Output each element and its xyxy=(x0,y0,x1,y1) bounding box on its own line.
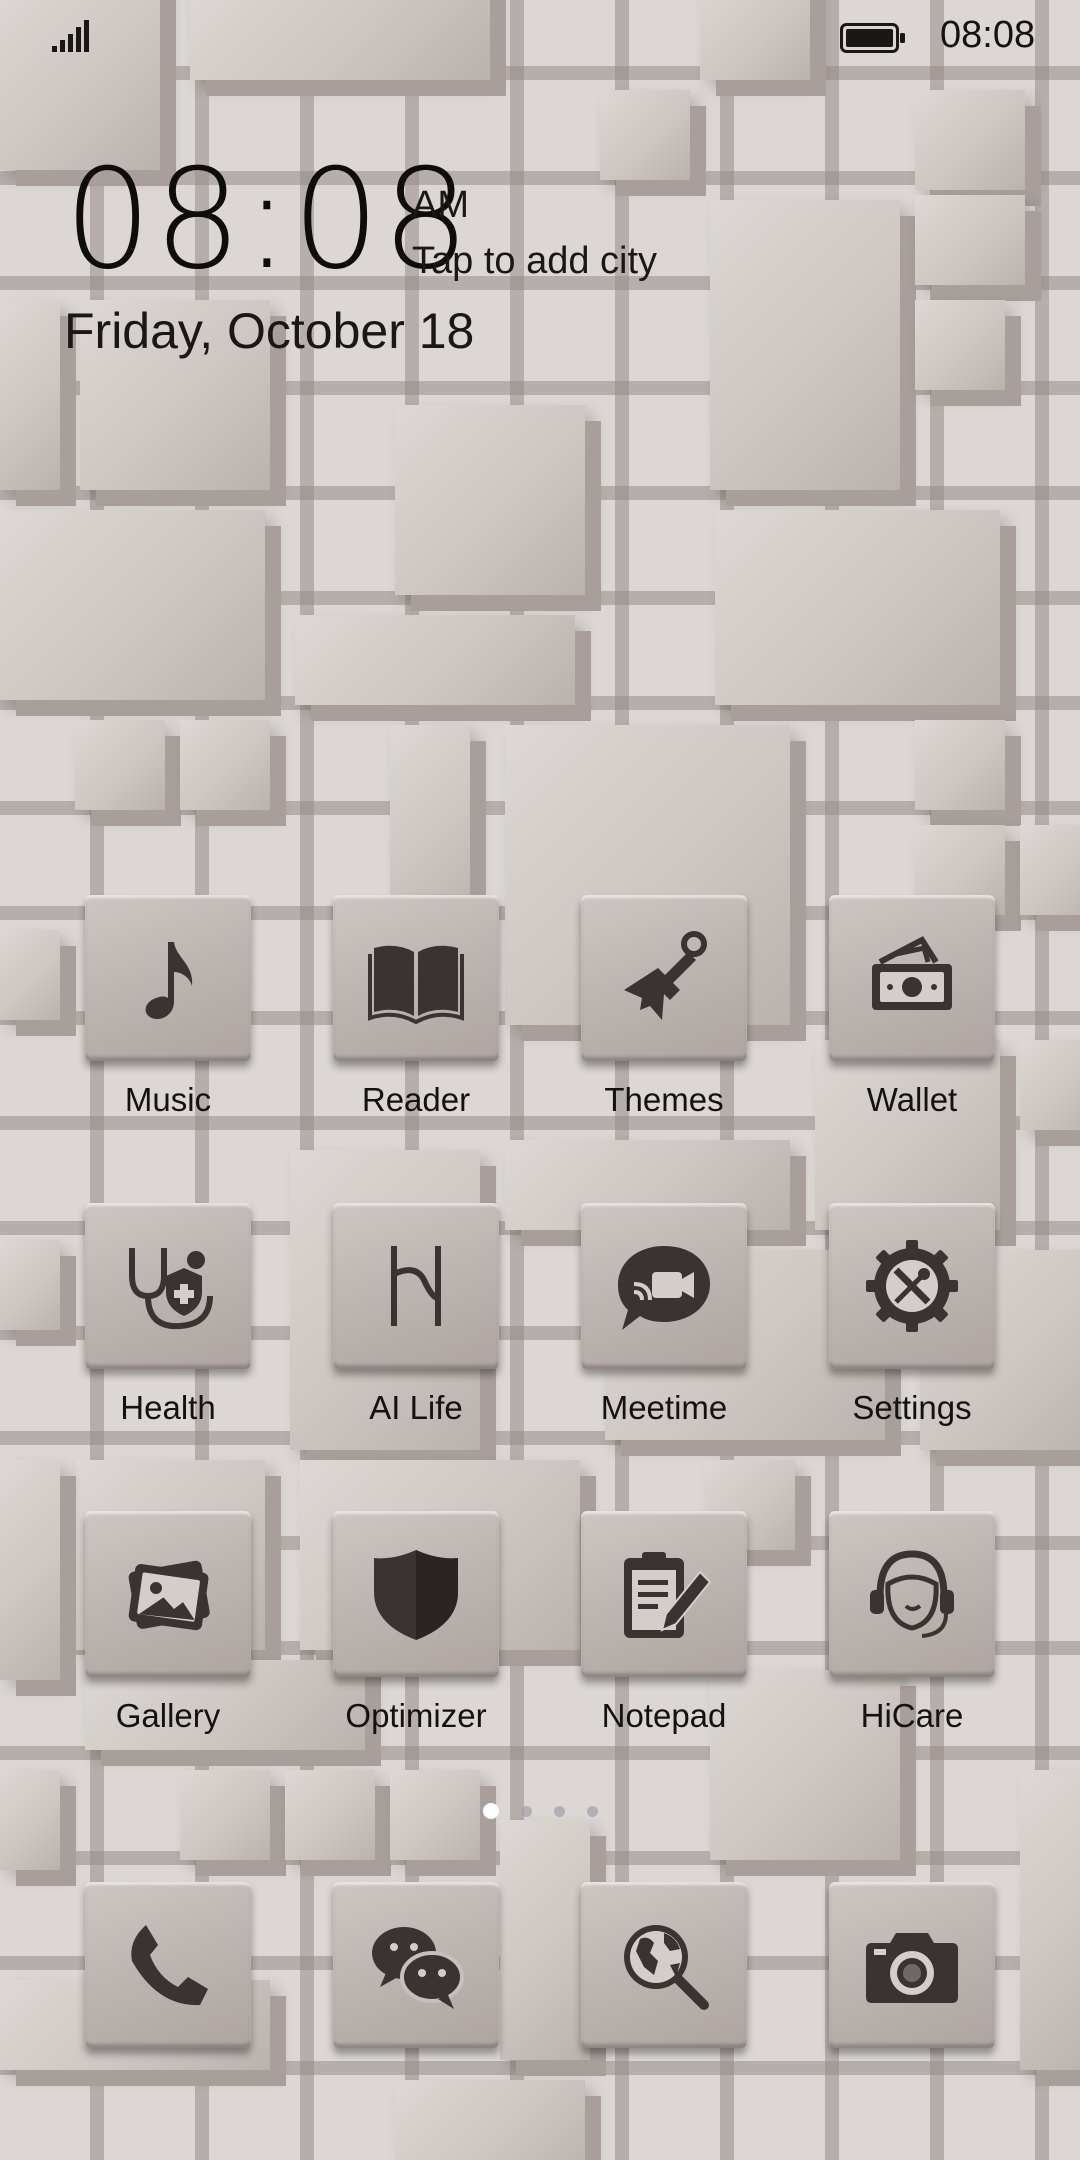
ai-life-icon xyxy=(391,1246,441,1326)
gear-icon xyxy=(866,1240,958,1332)
app-label: Themes xyxy=(604,1081,724,1118)
app-label: Wallet xyxy=(866,1081,958,1118)
app-label: AI Life xyxy=(369,1389,463,1426)
app-label: Settings xyxy=(852,1389,972,1426)
wallet-icon xyxy=(872,936,952,1010)
app-optimizer[interactable]: Optimizer xyxy=(333,1511,499,1734)
app-label: Optimizer xyxy=(345,1697,487,1734)
dock-chat[interactable] xyxy=(333,1882,499,2048)
page-dot-2[interactable] xyxy=(521,1805,532,1817)
app-label: Notepad xyxy=(601,1697,727,1734)
app-label: Meetime xyxy=(600,1389,728,1426)
page-dot-4[interactable] xyxy=(587,1805,598,1817)
app-themes[interactable]: Themes xyxy=(581,895,747,1118)
dock-camera[interactable] xyxy=(829,1882,995,2048)
status-time: 08:08 xyxy=(940,14,1036,56)
app-notepad[interactable]: Notepad xyxy=(581,1511,747,1734)
dock-phone[interactable] xyxy=(85,1882,251,2048)
camera-icon xyxy=(866,1933,958,2003)
chat-icon xyxy=(372,1927,464,2009)
page-indicator[interactable] xyxy=(483,1803,598,1819)
headset-icon xyxy=(870,1550,954,1638)
app-hicare[interactable]: HiCare xyxy=(829,1511,995,1734)
page-dot-1[interactable] xyxy=(483,1803,499,1819)
app-wallet[interactable]: Wallet xyxy=(829,895,995,1118)
dock-browser[interactable] xyxy=(581,1882,747,2048)
app-settings[interactable]: Settings xyxy=(829,1203,995,1426)
app-label: Music xyxy=(124,1081,212,1118)
paintbrush-icon xyxy=(624,931,707,1020)
app-music[interactable]: Music xyxy=(85,895,251,1118)
app-label: Gallery xyxy=(115,1697,221,1734)
app-gallery[interactable]: Gallery xyxy=(85,1511,251,1734)
book-icon xyxy=(368,945,464,1025)
shield-icon xyxy=(374,1550,458,1640)
phone-icon xyxy=(131,1925,208,2006)
video-chat-icon xyxy=(618,1246,710,1330)
app-label: Health xyxy=(120,1389,216,1426)
music-note-icon xyxy=(145,942,193,1020)
clock-date[interactable]: Friday, October 18 xyxy=(64,302,474,360)
signal-icon xyxy=(52,20,89,52)
app-label: Reader xyxy=(361,1081,471,1118)
browser-icon xyxy=(624,1925,709,2010)
app-ai-life[interactable]: AI Life xyxy=(333,1203,499,1426)
notepad-icon xyxy=(624,1552,712,1638)
app-health[interactable]: Health xyxy=(85,1203,251,1426)
clock-time[interactable]: 08:08 xyxy=(64,150,472,290)
app-reader[interactable]: Reader xyxy=(333,895,499,1118)
app-meetime[interactable]: Meetime xyxy=(581,1203,747,1426)
gallery-icon xyxy=(128,1560,210,1631)
page-dot-3[interactable] xyxy=(554,1805,565,1817)
stethoscope-icon xyxy=(129,1248,213,1330)
app-label: HiCare xyxy=(860,1697,964,1734)
add-city-link[interactable]: Tap to add city xyxy=(412,240,657,283)
battery-icon xyxy=(840,23,905,53)
clock-period: AM xyxy=(412,184,469,226)
status-bar: 08:08 xyxy=(0,0,1080,76)
